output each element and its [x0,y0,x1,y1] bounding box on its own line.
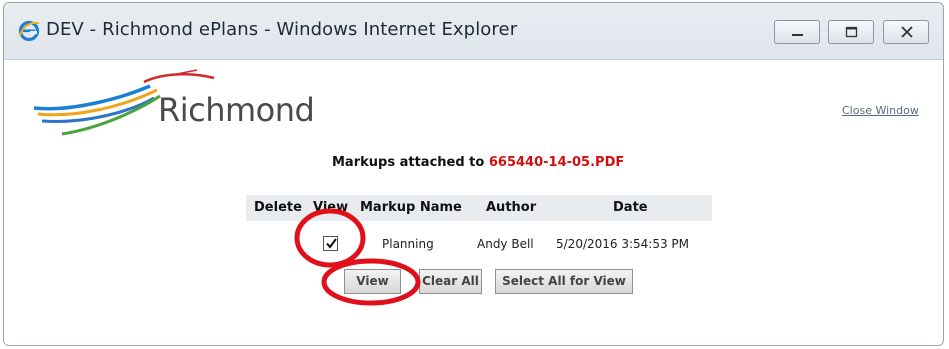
markups-heading-label: Markups attached to [332,155,485,170]
title-bar: DEV - Richmond ePlans - Windows Internet… [4,3,943,60]
view-checkbox[interactable] [323,236,338,251]
column-header-markup-name: Markup Name [360,200,462,215]
markups-table-header: Delete View Markup Name Author Date [246,195,712,221]
checkmark-icon [326,238,337,249]
column-header-view: View [313,200,349,215]
close-button[interactable] [883,20,929,44]
column-header-date: Date [613,200,648,215]
select-all-for-view-button[interactable]: Select All for View [495,269,633,294]
column-header-author: Author [486,200,537,215]
markups-filename: 665440-14-05.PDF [488,155,625,170]
close-icon [901,26,913,38]
column-header-delete: Delete [254,200,302,215]
markup-name-cell: Planning [382,237,434,251]
window-title: DEV - Richmond ePlans - Windows Internet… [46,19,518,40]
close-window-link[interactable]: Close Window [842,104,919,117]
browser-window: DEV - Richmond ePlans - Windows Internet… [3,2,944,346]
clear-all-button[interactable]: Clear All [419,269,482,294]
author-cell: Andy Bell [477,237,534,251]
date-cell: 5/20/2016 3:54:53 PM [556,237,690,251]
minimize-icon [792,34,803,36]
view-button[interactable]: View [344,269,401,294]
internet-explorer-icon [18,20,40,42]
maximize-icon [845,26,858,38]
brand-name: Richmond [158,91,315,129]
maximize-button[interactable] [828,20,874,44]
markups-heading: Markups attached to 665440-14-05.PDF [332,155,624,170]
minimize-button[interactable] [774,20,820,44]
